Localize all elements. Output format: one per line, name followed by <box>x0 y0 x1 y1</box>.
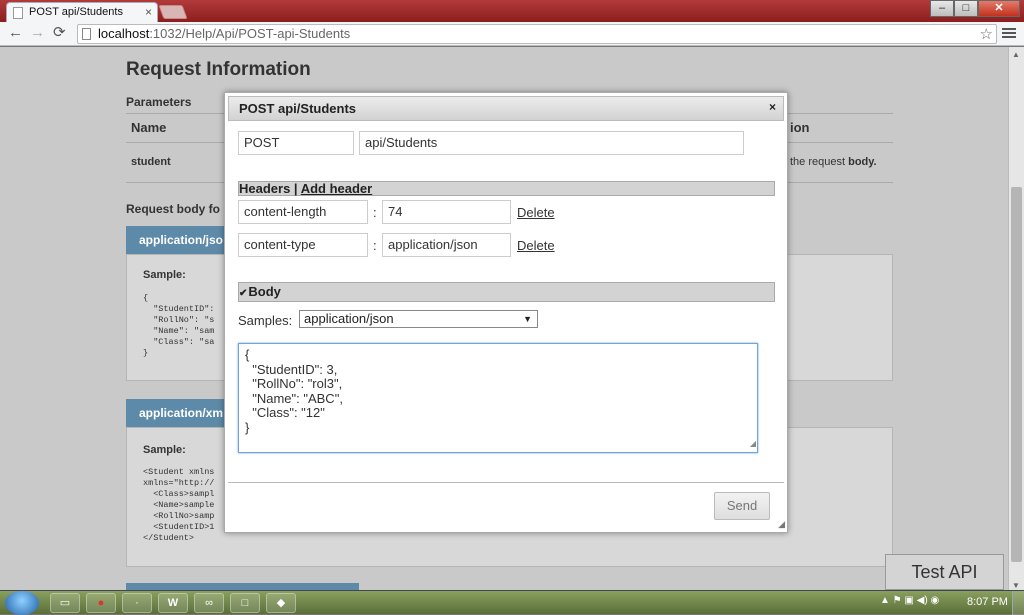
page-title: Request Information <box>126 59 311 80</box>
header-value-field[interactable]: 74 <box>382 200 511 224</box>
word-icon[interactable]: W <box>158 593 188 613</box>
samples-selected-value: application/json <box>304 311 394 326</box>
test-api-dialog: POST api/Students × POST api/Students He… <box>224 92 788 533</box>
chevron-down-icon: ▼ <box>523 314 532 324</box>
delete-header-link[interactable]: Delete <box>517 205 555 220</box>
header-name-field[interactable]: content-length <box>238 200 368 224</box>
sample-label: Sample: <box>143 444 186 456</box>
table-header-name: Name <box>131 120 167 135</box>
header-colon: : <box>373 205 377 220</box>
new-tab-button[interactable] <box>158 5 188 19</box>
url-host: localhost <box>98 26 150 41</box>
vertical-scrollbar[interactable]: ▲ ▼ <box>1008 47 1024 593</box>
json-sample-code: { "StudentID": "RollNo": "s "Name": "sam… <box>143 293 215 358</box>
reload-icon[interactable]: ⟳ <box>53 25 66 41</box>
url-path: :1032/Help/Api/POST-api-Students <box>149 26 351 41</box>
close-window-button[interactable]: ✕ <box>978 0 1020 17</box>
parameters-heading: Parameters <box>126 95 192 109</box>
resize-grip-icon[interactable]: ◢ <box>750 437 756 452</box>
headers-section-header: Headers | Add header <box>238 181 775 196</box>
page-icon <box>82 28 91 40</box>
uri-field[interactable]: api/Students <box>359 131 744 155</box>
body-checkbox[interactable]: ✔ <box>239 285 247 303</box>
samples-label: Samples: <box>238 313 293 328</box>
browser-toolbar: ← → ⟳ localhost:1032/Help/Api/POST-api-S… <box>0 22 1024 46</box>
body-section-header: ✔Body <box>238 282 775 302</box>
back-icon[interactable]: ← <box>8 25 23 41</box>
dialog-titlebar: POST api/Students × <box>228 96 784 121</box>
browser-tab[interactable]: POST api/Students × <box>6 2 158 22</box>
scroll-down-icon[interactable]: ▼ <box>1012 581 1020 590</box>
maximize-button[interactable]: □ <box>954 0 978 17</box>
menu-icon[interactable] <box>1002 26 1016 40</box>
clock: 8:07 PM <box>967 596 1008 608</box>
test-api-button[interactable]: Test API <box>885 554 1004 590</box>
app-icon[interactable]: · <box>122 593 152 613</box>
recorder-icon[interactable]: ● <box>86 593 116 613</box>
tab-title: POST api/Students <box>29 6 123 18</box>
bookmark-star-icon[interactable]: ☆ <box>980 25 993 43</box>
dialog-title: POST api/Students <box>239 101 357 116</box>
sample-label: Sample: <box>143 269 186 281</box>
body-label: Body <box>248 284 281 299</box>
xml-sample-code: <Student xmlns xmlns="http:// <Class>sam… <box>143 467 215 543</box>
window-icon[interactable]: □ <box>230 593 260 613</box>
visual-studio-icon[interactable]: ∞ <box>194 593 224 613</box>
param-description: the request body. <box>790 156 877 168</box>
http-method-field[interactable]: POST <box>238 131 354 155</box>
browser-icon[interactable]: ◆ <box>266 593 296 613</box>
minimize-button[interactable]: – <box>930 0 954 17</box>
header-value-field[interactable]: application/json <box>382 233 511 257</box>
scrollbar-thumb[interactable] <box>1011 187 1022 562</box>
send-button[interactable]: Send <box>714 492 770 520</box>
resize-grip-icon[interactable]: ◢ <box>778 519 785 530</box>
add-header-link[interactable]: Add header <box>301 181 373 196</box>
request-body-heading: Request body fo <box>126 202 221 216</box>
start-button[interactable] <box>5 591 39 615</box>
json-format-tab[interactable]: application/jso <box>126 226 226 254</box>
page-icon <box>13 7 23 19</box>
divider <box>228 482 784 483</box>
samples-select[interactable]: application/json ▼ <box>299 310 538 328</box>
browser-tab-strip: POST api/Students × – □ ✕ <box>0 0 1024 22</box>
taskbar: ▭ ● · W ∞ □ ◆ ▲ ⚑ ▣ ◀) ◉ 8:07 PM <box>0 590 1024 615</box>
table-header-description: ion <box>790 120 810 135</box>
xml-format-tab[interactable]: application/xm <box>126 399 226 427</box>
explorer-icon[interactable]: ▭ <box>50 593 80 613</box>
scroll-up-icon[interactable]: ▲ <box>1012 50 1020 59</box>
show-desktop-button[interactable] <box>1012 591 1024 615</box>
system-tray-icons[interactable]: ▲ ⚑ ▣ ◀) ◉ <box>880 595 939 606</box>
forward-icon[interactable]: → <box>30 25 45 41</box>
header-name-field[interactable]: content-type <box>238 233 368 257</box>
headers-label: Headers <box>239 181 291 196</box>
request-body-textarea[interactable]: { "StudentID": 3, "RollNo": "rol3", "Nam… <box>238 343 758 453</box>
tab-close-icon[interactable]: × <box>145 5 152 19</box>
delete-header-link[interactable]: Delete <box>517 238 555 253</box>
window-controls: – □ ✕ <box>930 0 1020 17</box>
close-icon[interactable]: × <box>769 100 776 114</box>
address-bar[interactable]: localhost:1032/Help/Api/POST-api-Student… <box>77 24 997 44</box>
param-name: student <box>131 156 171 168</box>
header-colon: : <box>373 238 377 253</box>
